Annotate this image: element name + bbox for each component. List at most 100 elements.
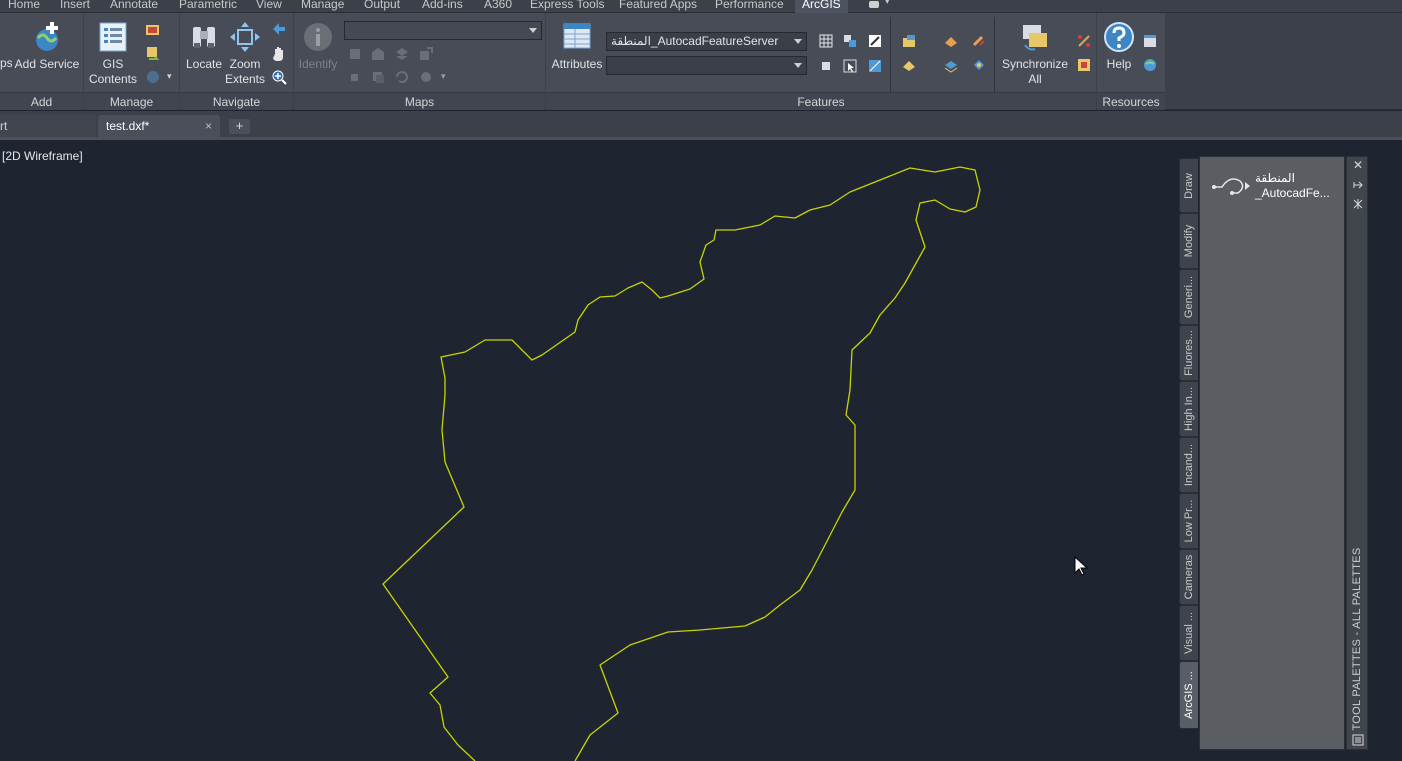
attribute-table-icon bbox=[563, 23, 591, 49]
clear-selection-icon[interactable] bbox=[867, 33, 883, 49]
palette-menu-icon[interactable] bbox=[1351, 733, 1365, 747]
workspace-dropdown[interactable]: ▾ bbox=[866, 0, 898, 12]
back-arrow-icon[interactable] bbox=[271, 21, 287, 37]
attributes-button[interactable]: Attributes bbox=[548, 21, 606, 72]
add-service-button[interactable]: Add Service bbox=[14, 21, 80, 72]
select-by-polygon-icon[interactable] bbox=[867, 58, 883, 74]
feature-sync-icon[interactable] bbox=[971, 57, 987, 73]
globe-plus-icon bbox=[36, 22, 58, 51]
palette-tab-cameras[interactable]: Cameras bbox=[1179, 549, 1198, 605]
tab-view[interactable]: View bbox=[256, 0, 282, 13]
chevron-down-icon[interactable]: ▾ bbox=[441, 71, 446, 82]
mouse-cursor-icon bbox=[1074, 556, 1088, 576]
feature-folder-icon[interactable] bbox=[901, 33, 917, 49]
palette-tab-label: Cameras bbox=[1183, 554, 1195, 600]
tab-annotate[interactable]: Annotate bbox=[110, 0, 158, 13]
tool-palettes-window: Draw Modify Generi... Fluores... High In… bbox=[1178, 156, 1368, 752]
tab-add-ins[interactable]: Add-ins bbox=[422, 0, 463, 13]
palette-tool-label-2: _AutocadFe... bbox=[1255, 186, 1330, 200]
zoom-extents-button[interactable]: Zoom Extents bbox=[224, 21, 266, 87]
identify-label: Identify bbox=[298, 57, 338, 71]
feature-subtype-combo[interactable] bbox=[606, 56, 807, 75]
identify-button[interactable]: Identify bbox=[294, 21, 342, 72]
chevron-down-icon[interactable]: ▾ bbox=[167, 71, 172, 82]
palette-tab-incandescent[interactable]: Incand... bbox=[1179, 437, 1198, 493]
map-small-icon[interactable] bbox=[347, 69, 363, 85]
palette-tab-generic[interactable]: Generi... bbox=[1179, 269, 1198, 325]
add-maps-button[interactable]: ps bbox=[0, 21, 12, 71]
doc-tab-start[interactable]: rt bbox=[0, 115, 96, 137]
new-tab-button[interactable]: + bbox=[229, 119, 250, 134]
tab-arcgis[interactable]: ArcGIS bbox=[795, 0, 848, 13]
map-image-icon[interactable] bbox=[145, 22, 161, 38]
polyline-tool-icon bbox=[1212, 178, 1250, 195]
auto-hide-icon[interactable] bbox=[1351, 178, 1365, 192]
palette-title-strip[interactable]: ✕ TOOL PALETTES - ALL PALETTES bbox=[1346, 156, 1368, 750]
close-icon[interactable]: × bbox=[205, 115, 212, 137]
map-shape-icon[interactable] bbox=[370, 46, 386, 62]
features-divider-2 bbox=[994, 17, 995, 95]
ribbon-tab-bar: Home Insert Annotate Parametric View Man… bbox=[0, 0, 1402, 13]
tab-home[interactable]: Home bbox=[8, 0, 40, 13]
percent-tool-icon[interactable] bbox=[1076, 33, 1092, 49]
panel-features: Attributes المنطقة_AutocadFeatureServer bbox=[546, 13, 1096, 110]
table-icon[interactable] bbox=[818, 33, 834, 49]
synchronize-all-button[interactable]: Synchronize All bbox=[998, 21, 1072, 87]
synchronize-label-1: Synchronize bbox=[1001, 57, 1069, 71]
feature-report-icon[interactable] bbox=[1076, 57, 1092, 73]
help-label: Help bbox=[1106, 57, 1132, 71]
map-layer-combo[interactable] bbox=[344, 21, 542, 40]
tab-a360[interactable]: A360 bbox=[484, 0, 512, 13]
map-refresh-icon[interactable] bbox=[394, 69, 410, 85]
globe-icon[interactable] bbox=[145, 69, 161, 85]
tab-performance[interactable]: Performance bbox=[715, 0, 784, 13]
map-settings-icon[interactable] bbox=[418, 69, 434, 85]
locate-button[interactable]: Locate bbox=[182, 21, 226, 72]
chevron-down-icon bbox=[794, 63, 802, 68]
online-globe-icon[interactable] bbox=[1142, 57, 1158, 73]
palette-tab-high-intensity[interactable]: High In... bbox=[1179, 381, 1198, 437]
palette-tab-modify[interactable]: Modify bbox=[1179, 213, 1198, 269]
palette-tab-arcgis[interactable]: ArcGIS ... bbox=[1179, 661, 1198, 729]
help-button[interactable]: Help bbox=[1097, 21, 1141, 72]
panel-manage: GIS Contents ▾ Manage bbox=[84, 13, 179, 110]
palette-tab-fluorescent[interactable]: Fluores... bbox=[1179, 325, 1198, 381]
web-page-icon[interactable] bbox=[1142, 33, 1158, 49]
tab-manage[interactable]: Manage bbox=[301, 0, 344, 13]
locate-label: Locate bbox=[185, 57, 223, 71]
tab-parametric[interactable]: Parametric bbox=[179, 0, 237, 13]
tab-express-tools[interactable]: Express Tools bbox=[530, 0, 604, 13]
close-icon[interactable]: ✕ bbox=[1351, 158, 1365, 172]
tab-featured-apps[interactable]: Featured Apps bbox=[619, 0, 697, 13]
zoom-in-icon[interactable] bbox=[271, 69, 287, 85]
palette-tab-visual-styles[interactable]: Visual ... bbox=[1179, 605, 1198, 661]
palette-tool-feature-layer[interactable]: المنطقة _AutocadFe... bbox=[1210, 171, 1340, 205]
palette-tab-label: Draw bbox=[1183, 172, 1195, 199]
feature-edit-icon[interactable] bbox=[901, 57, 917, 73]
gis-contents-button[interactable]: GIS Contents bbox=[86, 21, 140, 87]
palette-tab-draw[interactable]: Draw bbox=[1179, 158, 1198, 213]
eraser-icon[interactable] bbox=[943, 33, 959, 49]
palette-tab-low-pressure[interactable]: Low Pr... bbox=[1179, 493, 1198, 549]
delete-feature-icon[interactable] bbox=[971, 33, 987, 49]
select-cursor-icon[interactable] bbox=[842, 58, 858, 74]
edit-map-icon[interactable] bbox=[347, 46, 363, 62]
map-copy-icon[interactable] bbox=[370, 69, 386, 85]
tab-insert[interactable]: Insert bbox=[60, 0, 90, 13]
properties-icon[interactable] bbox=[1351, 197, 1365, 211]
doc-tab-test-dxf[interactable]: test.dxf* × bbox=[98, 115, 220, 137]
tab-output[interactable]: Output bbox=[364, 0, 400, 13]
panel-title-add: Add bbox=[0, 92, 83, 110]
feature-layer-combo[interactable]: المنطقة_AutocadFeatureServer bbox=[606, 32, 807, 51]
map-layers-icon[interactable] bbox=[394, 46, 410, 62]
info-icon bbox=[304, 23, 332, 51]
pan-hand-icon[interactable] bbox=[271, 45, 287, 61]
layer-stack-icon[interactable] bbox=[943, 57, 959, 73]
binoculars-icon bbox=[193, 27, 215, 48]
palette-tab-label: Modify bbox=[1183, 224, 1195, 258]
palette-tab-label: Low Pr... bbox=[1183, 499, 1195, 543]
feature-small-icon[interactable] bbox=[818, 58, 834, 74]
select-features-icon[interactable] bbox=[842, 33, 858, 49]
swap-map-icon[interactable] bbox=[145, 45, 161, 61]
map-export-icon[interactable] bbox=[418, 46, 434, 62]
